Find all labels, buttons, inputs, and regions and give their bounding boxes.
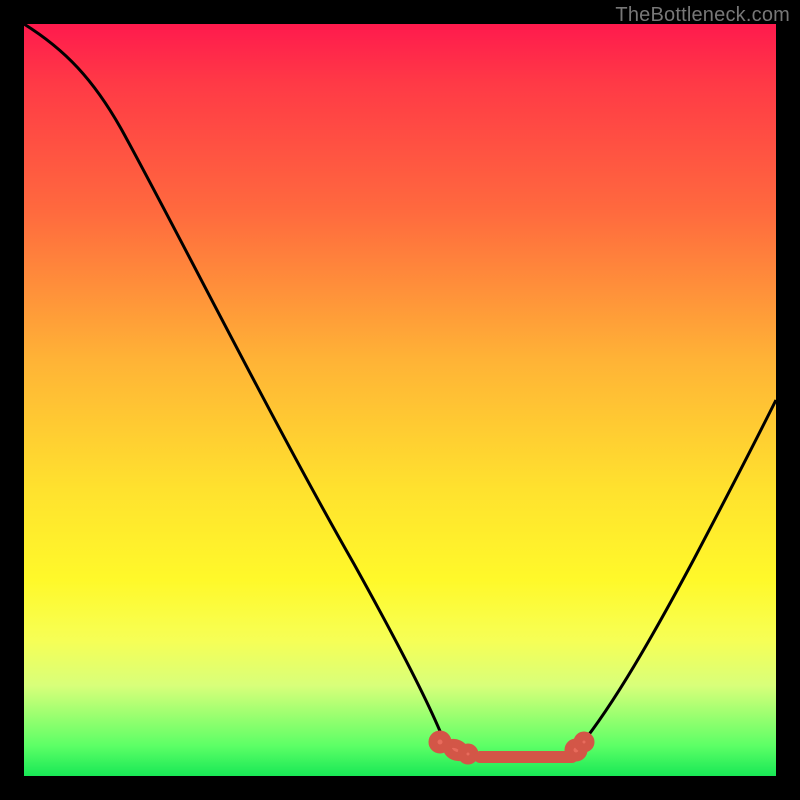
plot-area (24, 24, 776, 776)
valley-floor-markers (433, 735, 590, 760)
curve-left-branch (24, 24, 446, 746)
curve-right-branch (580, 400, 776, 746)
curve-layer (24, 24, 776, 776)
chart-frame: TheBottleneck.com (0, 0, 800, 800)
